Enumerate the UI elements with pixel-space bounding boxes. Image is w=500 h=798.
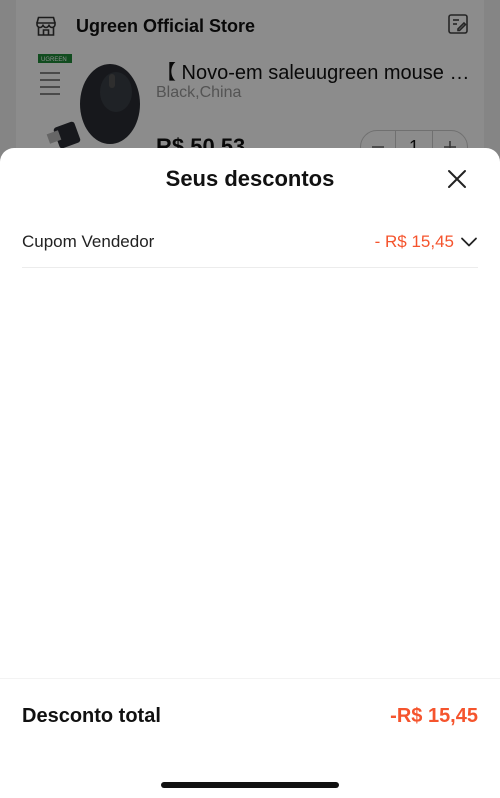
close-icon[interactable] [444,166,470,192]
discount-value: - R$ 15,45 [374,231,454,251]
discount-label: Cupom Vendedor [22,231,155,251]
discount-row-seller-coupon[interactable]: Cupom Vendedor - R$ 15,45 [22,216,478,268]
total-discount-label: Desconto total [22,705,161,727]
total-discount-value: -R$ 15,45 [390,705,478,727]
sheet-footer: Desconto total -R$ 15,45 [0,678,500,798]
discounts-sheet: Seus descontos Cupom Vendedor - R$ 15,45… [0,148,500,798]
sheet-title: Seus descontos [165,166,335,191]
chevron-down-icon[interactable] [460,233,478,251]
home-indicator [161,782,339,788]
total-discount-row: Desconto total -R$ 15,45 [22,705,478,728]
